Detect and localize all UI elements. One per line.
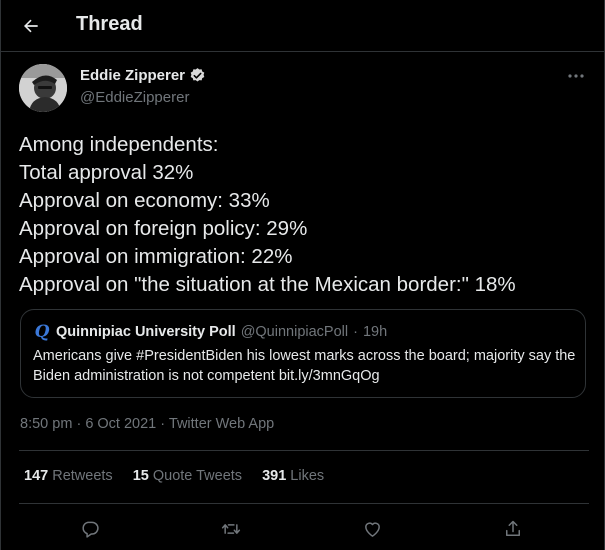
reply-button[interactable] (75, 514, 105, 544)
share-icon (506, 520, 520, 536)
tweet-line: Total approval 32% (19, 161, 194, 184)
tweet-line: Approval on immigration: 22% (19, 245, 293, 268)
quote-tweets-count: 15 (132, 468, 149, 484)
reply-icon (82, 521, 99, 538)
meta-separator: · (76, 416, 82, 432)
engagement-stats: 147 Retweets 15 Quote Tweets 391 Likes (24, 468, 324, 484)
page-title: Thread (76, 13, 143, 35)
quote-tweets-label: Quote Tweets (152, 468, 243, 484)
share-button[interactable] (498, 514, 528, 544)
tweet-line: Approval on foreign policy: 29% (19, 217, 308, 240)
more-horizontal-icon (568, 74, 584, 78)
likes-stat[interactable]: 391 Likes (262, 468, 324, 484)
avatar[interactable] (19, 64, 67, 112)
likes-label: Likes (290, 468, 325, 484)
author-name-row: Eddie Zipperer (80, 67, 206, 84)
divider (19, 450, 589, 451)
quoted-tweet-text: Americans give #PresidentBiden his lowes… (33, 348, 576, 384)
arrow-left-icon (24, 19, 38, 33)
quote-tweets-stat[interactable]: 15 Quote Tweets (133, 468, 242, 484)
tweet-metadata: 8:50 pm · 6 Oct 2021 · Twitter Web App (20, 416, 274, 432)
tweet-source[interactable]: Twitter Web App (169, 416, 274, 432)
quoted-author-name: Quinnipiac University Poll (56, 324, 236, 340)
likes-count: 391 (262, 468, 287, 484)
tweet-line: Approval on "the situation at the Mexica… (19, 273, 516, 296)
quoted-tweet-header: Q Quinnipiac University Poll @Quinnipiac… (33, 322, 388, 342)
quoted-tweet-card[interactable]: Q Quinnipiac University Poll @Quinnipiac… (20, 309, 586, 398)
retweets-stat[interactable]: 147 Retweets (24, 468, 113, 484)
retweets-label: Retweets (52, 468, 113, 484)
retweets-count: 147 (24, 468, 49, 484)
avatar-image (19, 64, 67, 112)
author-name[interactable]: Eddie Zipperer (80, 67, 185, 84)
retweet-button[interactable] (216, 514, 246, 544)
quoted-separator: · (353, 324, 358, 340)
tweet-actions (1, 510, 605, 546)
back-button[interactable] (15, 10, 47, 42)
tweet-date[interactable]: 6 Oct 2021 (85, 416, 156, 432)
tweet-time[interactable]: 8:50 pm (20, 416, 72, 432)
quoted-time: 19h (362, 324, 388, 340)
thread-header: Thread (1, 0, 605, 52)
tweet-text: Among independents: Total approval 32% A… (19, 131, 594, 299)
verified-badge-icon (190, 68, 205, 82)
quinnipiac-logo-icon: Q (34, 322, 50, 342)
tweet-line: Approval on economy: 33% (19, 189, 270, 212)
author-handle[interactable]: @EddieZipperer (80, 89, 189, 106)
more-options-button[interactable] (563, 66, 589, 86)
heart-icon (364, 522, 380, 537)
tweet-line: Among independents: (19, 133, 219, 156)
retweet-icon (221, 524, 241, 534)
like-button[interactable] (357, 514, 387, 544)
divider (19, 503, 589, 504)
meta-separator: · (160, 416, 166, 432)
quoted-author-handle: @QuinnipiacPoll (240, 324, 349, 340)
thread-view: Thread Eddie Zipperer @EddieZipperer Amo… (0, 0, 605, 550)
